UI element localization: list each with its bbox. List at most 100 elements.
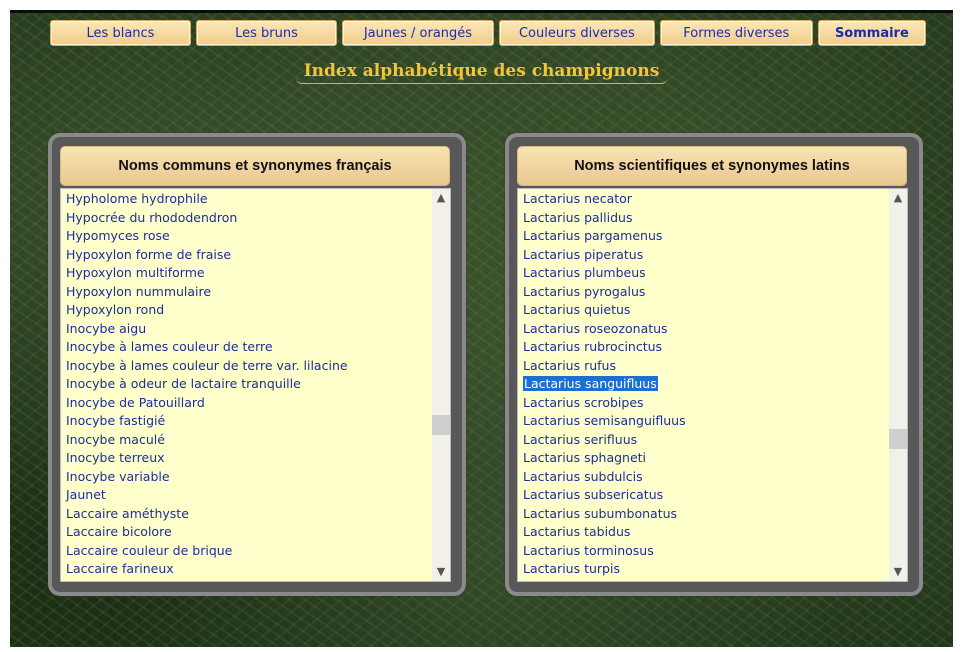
list-item-label: Lactarius torminosus	[523, 542, 654, 558]
list-item[interactable]: Inocybe maculé	[61, 431, 432, 450]
top-navigation: Les blancs Les bruns Jaunes / orangés Co…	[50, 20, 926, 46]
list-item-label: Inocybe maculé	[66, 431, 165, 447]
list-item-label: Hypoxylon rond	[66, 302, 165, 317]
list-item-label: Hypoxylon nummulaire	[66, 283, 212, 299]
list-item[interactable]: Laccaire améthyste	[61, 505, 432, 524]
list-item-label: Hypoxylon forme de fraise	[66, 246, 232, 262]
latin-names-heading: Noms scientifiques et synonymes latins	[517, 146, 907, 186]
list-item-label: Lactarius pargamenus	[523, 228, 663, 243]
latin-names-listbox[interactable]: Lactarius necator Lactarius pallidus Lacta…	[517, 188, 908, 582]
list-item-label: Hypocrée du rhododendron	[66, 209, 238, 225]
background-frame: Les blancs Les bruns Jaunes / orangés Co…	[10, 10, 953, 647]
list-item[interactable]: Laccaire farineux	[61, 560, 432, 579]
list-item[interactable]: Lactarius semisanguifluus	[518, 412, 889, 431]
list-item-label: Laccaire bicolore	[66, 524, 172, 539]
list-item-label: Lactarius roseozonatus	[523, 320, 668, 336]
list-item[interactable]: Inocybe fastigié	[61, 412, 432, 431]
list-item-label: Lactarius subsericatus	[523, 487, 664, 502]
list-item[interactable]: Lactarius rufus	[518, 357, 889, 376]
list-item[interactable]: Lactarius roseozonatus	[518, 320, 889, 339]
list-item[interactable]: Hypoxylon nummulaire	[61, 283, 432, 302]
list-item-label: Lactarius necator	[523, 191, 632, 206]
french-names-listbox[interactable]: Hypholome hydrophile Hypocrée du rhododen…	[60, 188, 451, 582]
latin-names-scrollbar[interactable]: ▲ ▼	[889, 189, 907, 581]
list-item[interactable]: Hypomyces rose	[61, 227, 432, 246]
list-item[interactable]: Lactarius subsericatus	[518, 486, 889, 505]
list-item[interactable]: Lactarius sphagneti	[518, 449, 889, 468]
scroll-down-arrow-icon[interactable]: ▼	[432, 563, 450, 581]
list-item[interactable]: Inocybe de Patouillard	[61, 394, 432, 413]
list-item-label: Lactarius sanguifluus	[523, 376, 658, 391]
page-title: Index alphabétique des champignons	[295, 61, 668, 84]
scroll-up-arrow-icon[interactable]: ▲	[889, 189, 907, 207]
list-item-label: Inocybe aigu	[66, 320, 147, 336]
list-item[interactable]: Laccaire couleur de brique	[61, 542, 432, 561]
list-item[interactable]: Lactarius turpis	[518, 560, 889, 579]
french-names-heading: Noms communs et synonymes français	[60, 146, 450, 186]
list-item[interactable]: Lactarius tabidus	[518, 523, 889, 542]
list-item[interactable]: Lactarius torminosus	[518, 542, 889, 561]
scroll-up-arrow-icon[interactable]: ▲	[432, 189, 450, 207]
list-item-label: Inocybe à lames couleur de terre var. li…	[66, 357, 348, 373]
scroll-down-arrow-icon[interactable]: ▼	[889, 563, 907, 581]
list-item-label: Lactarius scrobipes	[523, 394, 644, 410]
list-item-label: Jaunet	[66, 487, 106, 502]
list-item-label: Lactarius sphagneti	[523, 450, 647, 465]
list-item-label: Laccaire couleur de brique	[66, 542, 233, 558]
list-item-label: Inocybe variable	[66, 468, 170, 484]
list-item-label: Lactarius semisanguifluus	[523, 413, 686, 428]
list-item[interactable]: Lactarius pargamenus	[518, 227, 889, 246]
list-item-label: Lactarius pallidus	[523, 209, 633, 225]
nav-couleurs-diverses[interactable]: Couleurs diverses	[498, 20, 655, 46]
list-item-label: Lactarius plumbeus	[523, 265, 646, 280]
french-names-scrollbar[interactable]: ▲ ▼	[432, 189, 450, 581]
list-item-label: Lactarius subumbonatus	[523, 505, 678, 521]
list-item-label: Lactarius pyrogalus	[523, 283, 646, 299]
list-item[interactable]: Inocybe à lames couleur de terre var. li…	[61, 357, 432, 376]
list-item[interactable]: Lactarius pallidus	[518, 209, 889, 228]
nav-jaunes-oranges[interactable]: Jaunes / orangés	[342, 20, 494, 46]
list-item[interactable]: Inocybe à lames couleur de terre	[61, 338, 432, 357]
list-item-label: Lactarius rufus	[523, 357, 616, 373]
list-item-label: Laccaire farineux	[66, 561, 174, 576]
list-item[interactable]: Laccaire bicolore	[61, 523, 432, 542]
nav-sommaire[interactable]: Sommaire	[817, 20, 926, 46]
list-item[interactable]: Lactarius sanguifluus	[518, 375, 889, 394]
list-item[interactable]: Hypoxylon multiforme	[61, 264, 432, 283]
list-item[interactable]: Inocybe terreux	[61, 449, 432, 468]
list-item[interactable]: Inocybe à odeur de lactaire tranquille	[61, 375, 432, 394]
list-item[interactable]: Lactarius subdulcis	[518, 468, 889, 487]
list-item[interactable]: Lactarius subumbonatus	[518, 505, 889, 524]
list-item-label: Hypomyces rose	[66, 228, 170, 243]
list-item-label: Lactarius serifluus	[523, 431, 638, 447]
list-item[interactable]: Lactarius quietus	[518, 301, 889, 320]
latin-names-list: Lactarius necator Lactarius pallidus Lacta…	[518, 189, 889, 581]
list-item[interactable]: Lactarius rubrocinctus	[518, 338, 889, 357]
list-item-label: Inocybe fastigié	[66, 413, 166, 428]
list-item[interactable]: Lactarius scrobipes	[518, 394, 889, 413]
list-item[interactable]: Hypoxylon forme de fraise	[61, 246, 432, 265]
list-item[interactable]: Lactarius piperatus	[518, 246, 889, 265]
list-item[interactable]: Lactarius necator	[518, 190, 889, 209]
nav-les-bruns[interactable]: Les bruns	[196, 20, 337, 46]
french-names-panel: Noms communs et synonymes français Hypho…	[48, 133, 466, 596]
list-item[interactable]: Inocybe variable	[61, 468, 432, 487]
list-item-label: Lactarius piperatus	[523, 246, 644, 262]
list-item[interactable]: Hypocrée du rhododendron	[61, 209, 432, 228]
list-item-label: Inocybe de Patouillard	[66, 394, 205, 410]
list-item-label: Laccaire améthyste	[66, 505, 189, 521]
list-item[interactable]: Hypoxylon rond	[61, 301, 432, 320]
list-item[interactable]: Hypholome hydrophile	[61, 190, 432, 209]
scroll-thumb[interactable]	[889, 428, 907, 449]
list-item[interactable]: Lactarius plumbeus	[518, 264, 889, 283]
list-item-label: Lactarius tabidus	[523, 524, 631, 539]
nav-les-blancs[interactable]: Les blancs	[50, 20, 191, 46]
list-item[interactable]: Inocybe aigu	[61, 320, 432, 339]
list-item[interactable]: Lactarius serifluus	[518, 431, 889, 450]
list-item[interactable]: Lactarius pyrogalus	[518, 283, 889, 302]
list-item-label: Inocybe terreux	[66, 450, 165, 465]
french-names-list: Hypholome hydrophile Hypocrée du rhododen…	[61, 189, 432, 581]
nav-formes-diverses[interactable]: Formes diverses	[659, 20, 813, 46]
list-item[interactable]: Jaunet	[61, 486, 432, 505]
scroll-thumb[interactable]	[432, 415, 450, 436]
